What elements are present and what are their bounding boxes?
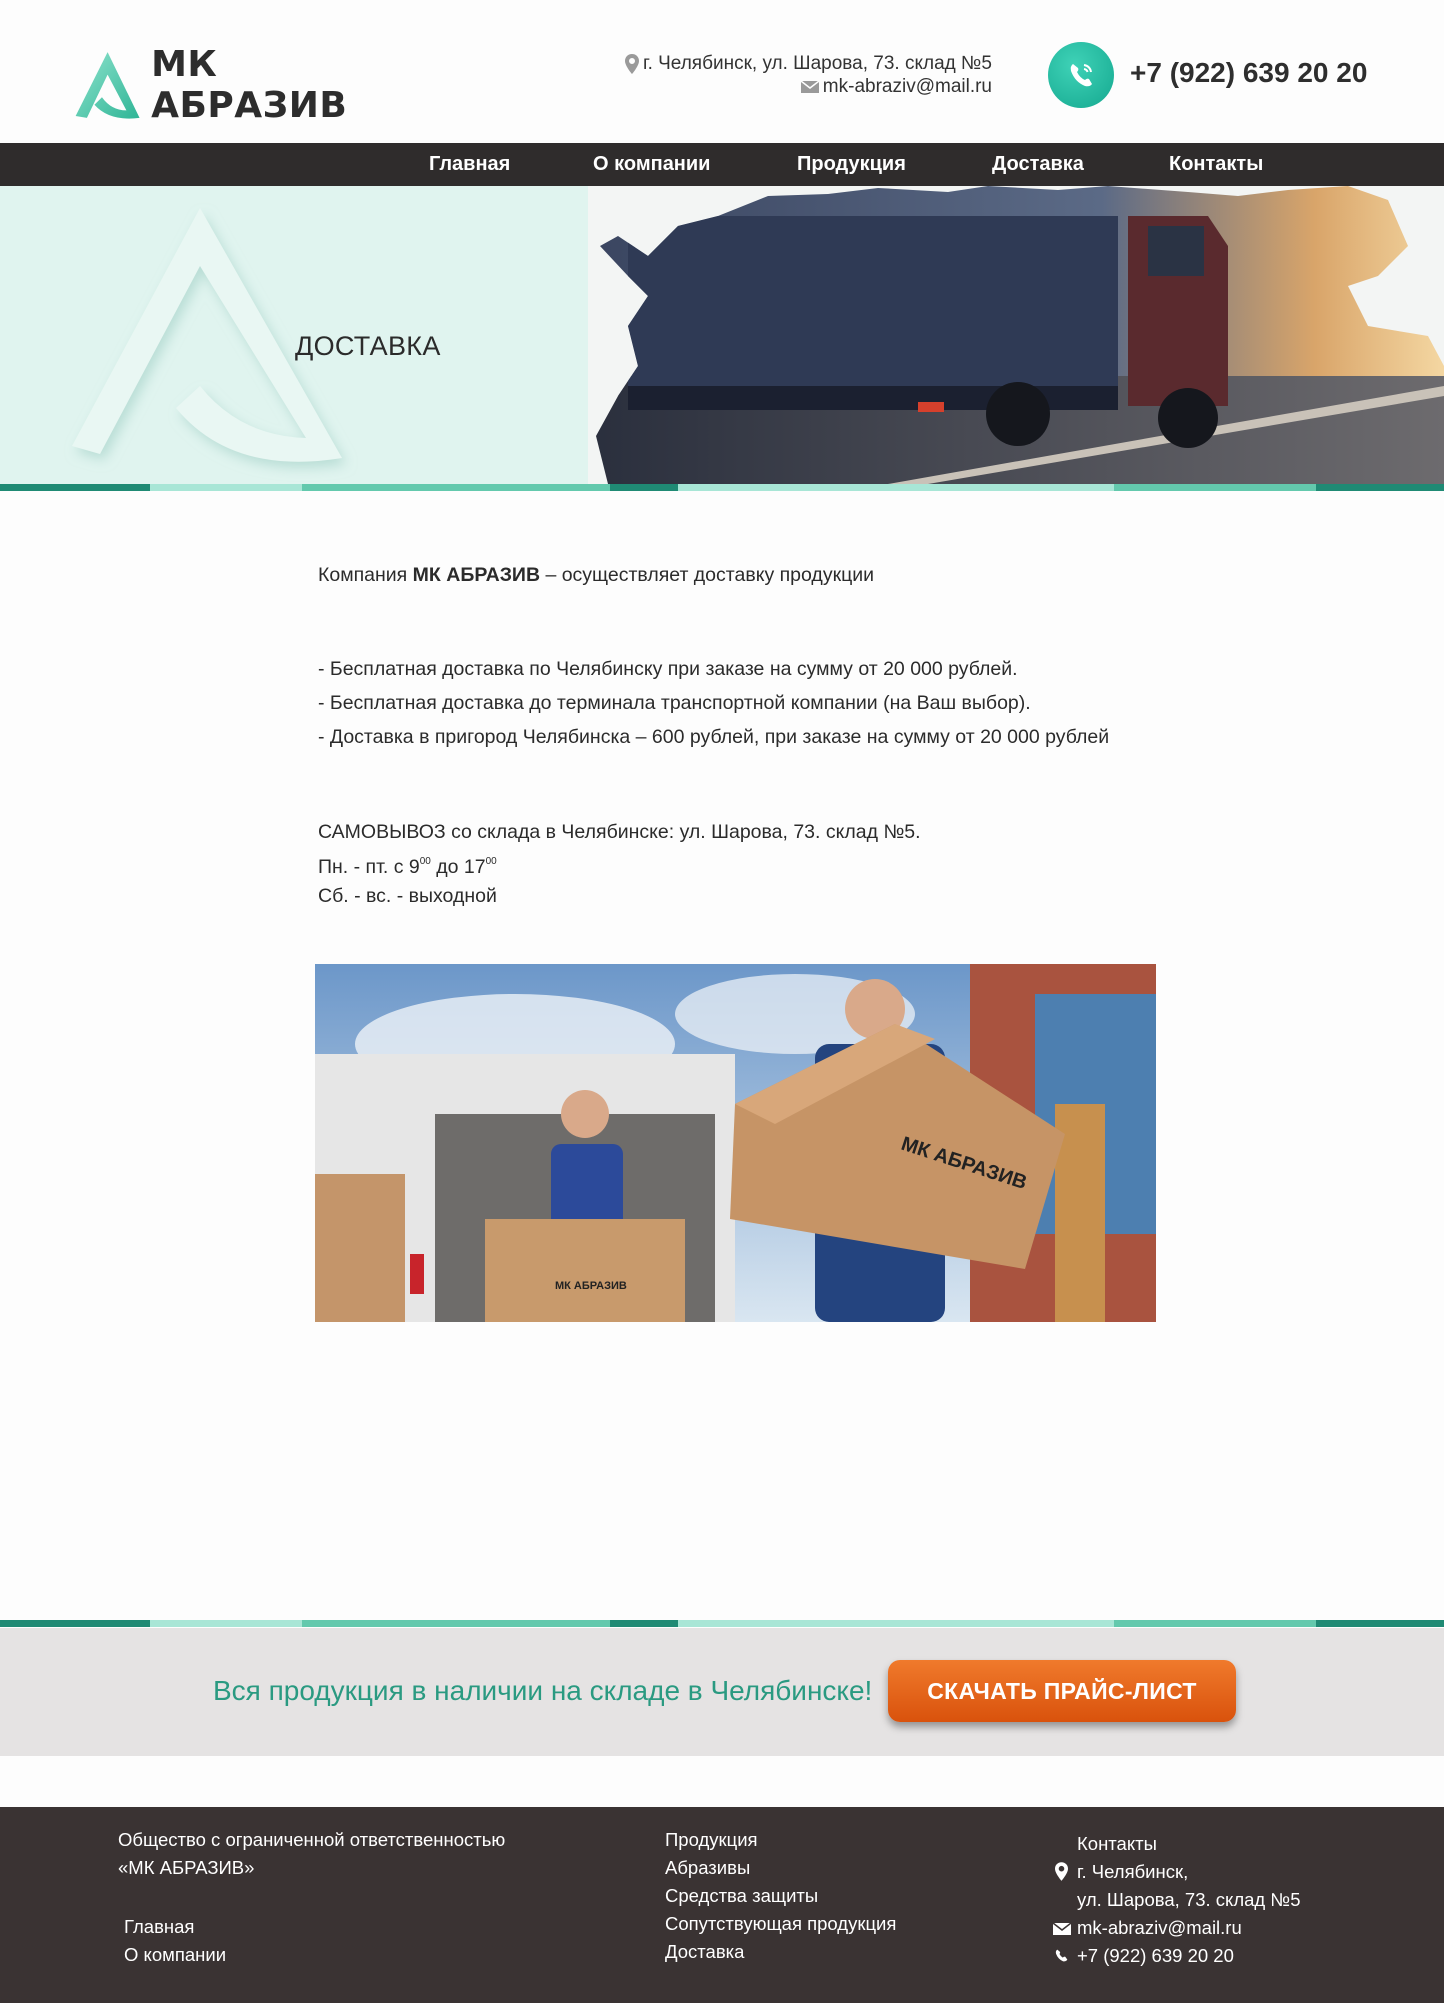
header-email-row[interactable]: mk-abraziv@mail.ru [625, 75, 992, 98]
phone-call-button[interactable] [1048, 42, 1114, 108]
footer-email-row[interactable]: mk-abraziv@mail.ru [1053, 1914, 1301, 1942]
delivery-term: - Бесплатная доставка до терминала транс… [318, 692, 1031, 714]
stripe-segment [150, 1620, 302, 1627]
footer-street: ул. Шарова, 73. склад №5 [1077, 1889, 1301, 1910]
phone-icon [1055, 1949, 1068, 1962]
main-navigation: Главная О компании Продукция Доставка Ко… [0, 143, 1444, 186]
map-pin-icon [1055, 1862, 1068, 1881]
download-price-list-button[interactable]: СКАЧАТЬ ПРАЙС-ЛИСТ [888, 1660, 1236, 1722]
footer-link-home[interactable]: Главная [124, 1913, 226, 1941]
hours-sup-close: 00 [485, 856, 497, 867]
small-box-label: МК АБРАЗИВ [555, 1280, 627, 1292]
stripe-segment [150, 484, 302, 491]
stripe-segment [610, 484, 678, 491]
footer-company-line: Общество с ограниченной ответственностью [118, 1829, 506, 1850]
stripe-segment [0, 1620, 150, 1627]
stripe-segment [0, 484, 150, 491]
footer-company-name: Общество с ограниченной ответственностью… [118, 1826, 505, 1882]
footer-link-abrasives[interactable]: Абразивы [665, 1854, 896, 1882]
nav-item-home[interactable]: Главная [429, 143, 510, 186]
intro-brand: МК АБРАЗИВ [412, 564, 541, 586]
envelope-icon [1053, 1923, 1071, 1935]
map-pin-icon [624, 53, 639, 74]
footer-link-delivery[interactable]: Доставка [665, 1938, 896, 1966]
intro-suffix: – осуществляет доставку продукции [545, 564, 875, 586]
nav-item-products[interactable]: Продукция [797, 143, 906, 186]
footer-phone-row[interactable]: +7 (922) 639 20 20 [1053, 1942, 1301, 1970]
stripe-segment [678, 484, 1114, 491]
intro-paragraph: Компания МК АБРАЗИВ – осуществляет доста… [318, 558, 1218, 592]
page-title: ДОСТАВКА [295, 331, 441, 361]
footer-phone[interactable]: +7 (922) 639 20 20 [1077, 1945, 1234, 1966]
header-email[interactable]: mk-abraziv@mail.ru [823, 76, 992, 97]
footer-contacts-title[interactable]: Контакты [1053, 1830, 1301, 1858]
footer-link-related[interactable]: Сопутствующая продукция [665, 1910, 896, 1938]
footer-links-products: Продукция Абразивы Средства защиты Сопут… [665, 1826, 896, 1966]
stripe-segment [1316, 1620, 1444, 1627]
nav-item-contacts[interactable]: Контакты [1169, 143, 1263, 186]
banner-text: Вся продукция в наличии на складе в Челя… [213, 1675, 873, 1706]
stripe-segment [678, 1620, 1114, 1627]
footer-email[interactable]: mk-abraziv@mail.ru [1077, 1917, 1242, 1938]
envelope-icon [800, 80, 819, 93]
stripe-segment [302, 1620, 610, 1627]
footer-link-protection[interactable]: Средства защиты [665, 1882, 896, 1910]
stripe-segment [610, 1620, 678, 1627]
footer-link-products[interactable]: Продукция [665, 1826, 896, 1854]
header-phone[interactable]: +7 (922) 639 20 20 [1130, 57, 1367, 89]
stripe-segment [1114, 484, 1316, 491]
hero-truck-map-image [588, 186, 1444, 484]
hours-mid: до 17 [430, 856, 486, 878]
footer-company-line: «МК АБРАЗИВ» [118, 1857, 255, 1878]
truck-on-map-illustration [588, 186, 1444, 484]
footer-contacts: Контакты г. Челябинск, ул. Шарова, 73. с… [1053, 1830, 1301, 1970]
footer-city: г. Челябинск, [1077, 1861, 1189, 1882]
intro-prefix: Компания [318, 564, 408, 586]
delivery-term: - Доставка в пригород Челябинска – 600 р… [318, 726, 1110, 748]
couriers-photo-illustration: МК АБРАЗИВ МК АБРАЗИВ [315, 964, 1156, 1322]
nav-item-about[interactable]: О компании [593, 143, 710, 186]
footer-address-row: г. Челябинск, [1053, 1858, 1301, 1886]
footer-link-about[interactable]: О компании [124, 1941, 226, 1969]
watermark-logo-icon [72, 208, 342, 462]
stripe-segment [1114, 1620, 1316, 1627]
nav-item-delivery[interactable]: Доставка [992, 143, 1084, 186]
delivery-term: - Бесплатная доставка по Челябинску при … [318, 658, 1018, 680]
logo-mark-icon [75, 52, 140, 119]
weekend-info: Сб. - вс. - выходной [318, 885, 497, 907]
pickup-info: САМОВЫВОЗ со склада в Челябинске: ул. Ша… [318, 821, 921, 843]
stripe-segment [302, 484, 610, 491]
site-logo[interactable]: МК АБРАЗИВ [70, 44, 410, 126]
phone-icon [1070, 64, 1092, 87]
stripe-segment [1316, 484, 1444, 491]
header-address-row: г. Челябинск, ул. Шарова, 73. склад №5 [624, 52, 992, 75]
site-footer: Общество с ограниченной ответственностью… [0, 1807, 1444, 2003]
hours-sup-open: 00 [419, 856, 431, 867]
working-hours: Пн. - пт. с 900 до 1700 [318, 847, 1218, 882]
hours-prefix: Пн. - пт. с 9 [318, 856, 420, 878]
hero-left-panel [0, 186, 588, 484]
header-address: г. Челябинск, ул. Шарова, 73. склад №5 [642, 53, 992, 74]
delivery-content: Компания МК АБРАЗИВ – осуществляет доста… [318, 558, 1218, 911]
brand-name: МК АБРАЗИВ [151, 44, 348, 126]
couriers-with-boxes-photo: МК АБРАЗИВ МК АБРАЗИВ [315, 964, 1156, 1322]
footer-links-main: Главная О компании [124, 1913, 226, 1969]
header-contacts: г. Челябинск, ул. Шарова, 73. склад №5 m… [624, 52, 992, 98]
